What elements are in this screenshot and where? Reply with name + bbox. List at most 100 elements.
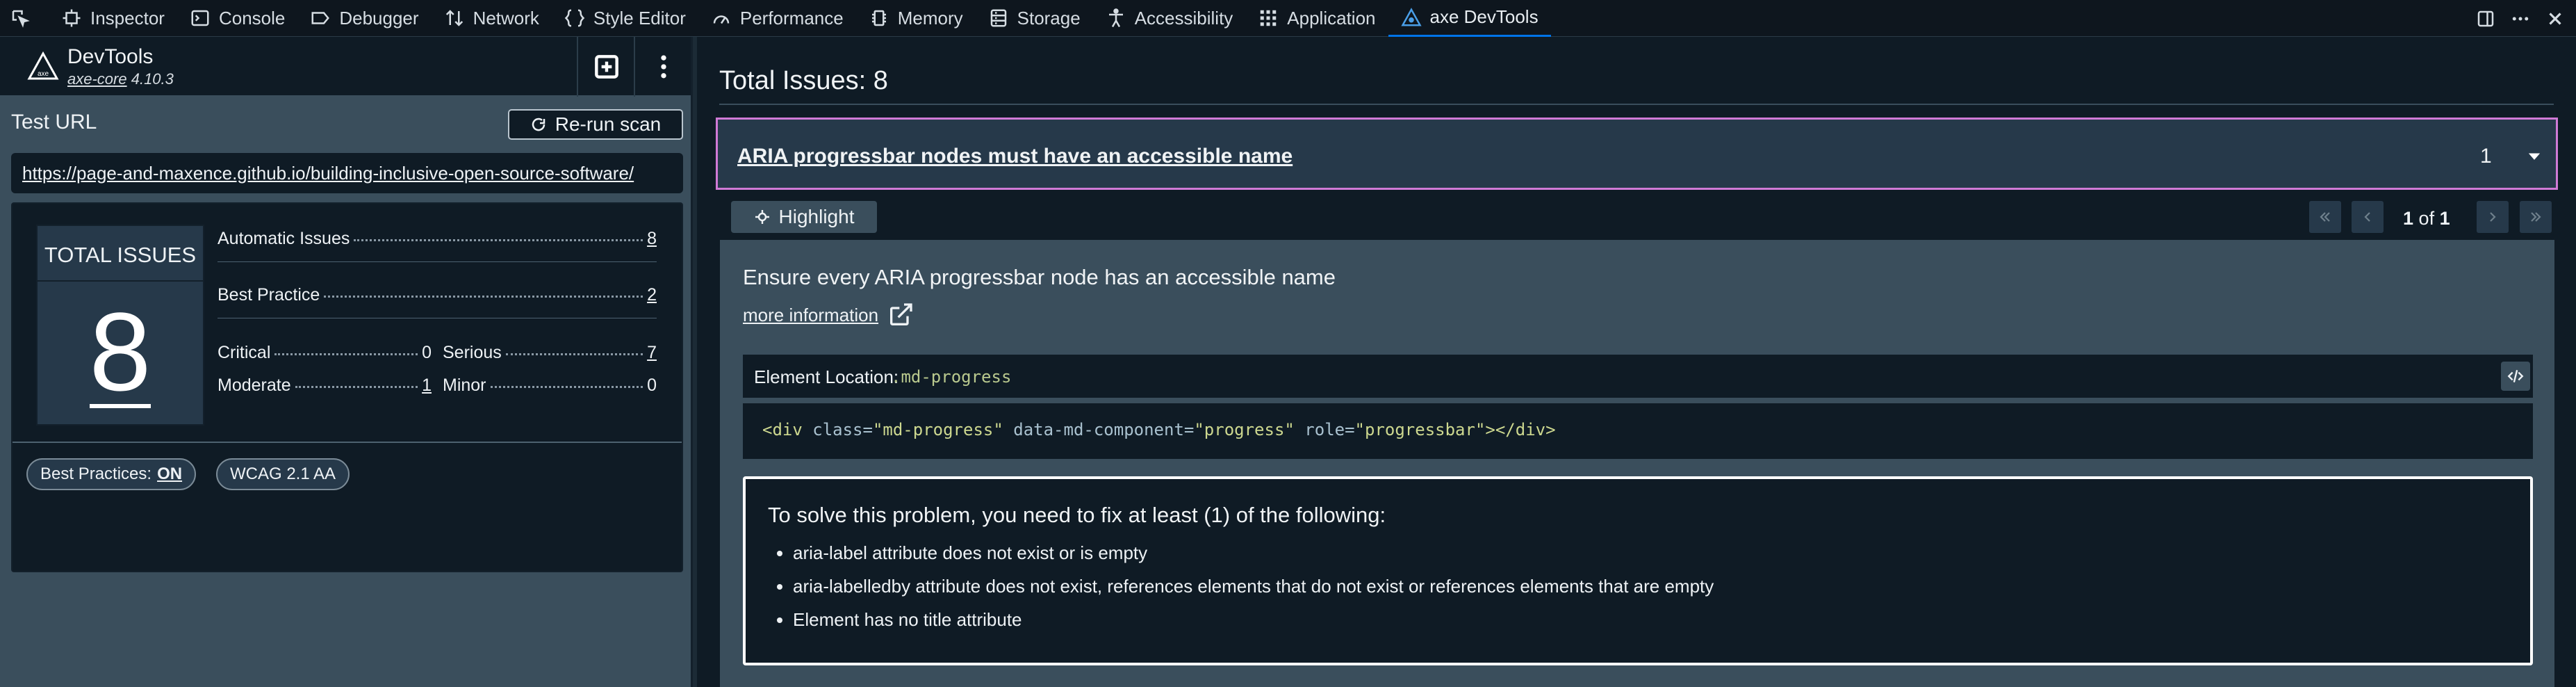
fix-item: Element has no title attribute bbox=[793, 610, 1714, 629]
performance-icon bbox=[713, 15, 730, 24]
style-editor-icon bbox=[564, 9, 585, 27]
divider bbox=[38, 280, 203, 282]
divider bbox=[218, 261, 657, 262]
tab-label: Style Editor bbox=[593, 7, 686, 29]
tab-label: Accessibility bbox=[1134, 7, 1233, 29]
first-page-button[interactable] bbox=[2309, 201, 2341, 233]
issue-count: 1 bbox=[2480, 145, 2492, 168]
critical-count: 0 bbox=[422, 343, 432, 362]
svg-text:axe: axe bbox=[38, 70, 49, 78]
close-devtools-button[interactable] bbox=[2538, 0, 2573, 37]
fix-item: aria-labelledby attribute does not exist… bbox=[793, 576, 1714, 596]
previous-page-button[interactable] bbox=[2352, 201, 2384, 233]
axe-logo-icon: axe bbox=[27, 51, 59, 80]
tab-label: Network bbox=[473, 7, 539, 29]
test-url-link[interactable]: https://page-and-maxence.github.io/build… bbox=[22, 163, 634, 184]
tab-performance[interactable]: Performance bbox=[698, 0, 856, 37]
next-page-button[interactable] bbox=[2477, 201, 2509, 233]
scan-settings-pills: Best Practices: ON WCAG 2.1 AA bbox=[13, 442, 682, 490]
more-horizontal-icon bbox=[2512, 17, 2529, 20]
more-information-label: more information bbox=[743, 304, 879, 325]
serious-label: Serious bbox=[443, 343, 502, 362]
highlight-button[interactable]: Highlight bbox=[731, 201, 877, 233]
last-page-button[interactable] bbox=[2520, 201, 2552, 233]
rerun-scan-label: Re-run scan bbox=[555, 113, 662, 135]
total-issues-box: TOTAL ISSUES 8 bbox=[36, 225, 204, 426]
dot-leader bbox=[295, 386, 418, 388]
app-menu-button[interactable] bbox=[634, 37, 692, 97]
tab-application[interactable]: Application bbox=[1245, 0, 1388, 37]
automatic-issues-count[interactable]: 8 bbox=[647, 229, 657, 249]
tab-inspector[interactable]: Inspector bbox=[49, 0, 177, 37]
tab-storage[interactable]: Storage bbox=[976, 0, 1093, 37]
moderate-count[interactable]: 1 bbox=[422, 375, 432, 396]
axe-core-link[interactable]: axe-core bbox=[67, 70, 127, 88]
fix-item: aria-label attribute does not exist or i… bbox=[793, 543, 1714, 563]
page-of: of bbox=[2418, 208, 2435, 229]
tab-console[interactable]: Console bbox=[177, 0, 297, 37]
serious-count[interactable]: 7 bbox=[647, 343, 657, 363]
fix-heading: To solve this problem, you need to fix a… bbox=[768, 503, 1386, 527]
issue-description: Ensure every ARIA progressbar node has a… bbox=[743, 265, 1336, 289]
tab-memory[interactable]: Memory bbox=[856, 0, 976, 37]
page-total: 1 bbox=[2439, 208, 2450, 229]
tab-label: Console bbox=[218, 7, 286, 29]
tab-style-editor[interactable]: Style Editor bbox=[552, 0, 698, 37]
axe-icon bbox=[1400, 7, 1422, 26]
issue-title[interactable]: ARIA progressbar nodes must have an acce… bbox=[737, 145, 1293, 168]
tab-label: Application bbox=[1287, 7, 1376, 29]
close-icon bbox=[2549, 12, 2561, 25]
external-link-icon bbox=[890, 303, 912, 325]
more-options-button[interactable] bbox=[2503, 0, 2538, 37]
code-icon bbox=[2507, 370, 2524, 382]
automatic-issues-row: Automatic Issues 8 bbox=[218, 229, 657, 249]
element-source-code: <div class="md-progress" data-md-compone… bbox=[743, 403, 2533, 459]
storage-icon bbox=[990, 9, 1006, 27]
dock-toggle-button[interactable] bbox=[2468, 0, 2503, 37]
divider bbox=[719, 104, 2554, 105]
inspector-icon bbox=[63, 9, 81, 27]
best-practice-count[interactable]: 2 bbox=[647, 285, 657, 305]
add-box-icon bbox=[595, 55, 618, 79]
more-information-link[interactable]: more information bbox=[743, 301, 914, 329]
test-url-field: https://page-and-maxence.github.io/build… bbox=[11, 153, 683, 193]
core-version-number: 4.10.3 bbox=[131, 70, 174, 88]
issue-summary-card: TOTAL ISSUES 8 Automatic Issues 8 Best Pr… bbox=[11, 202, 683, 572]
scan-summary-panel: axe DevTools axe-core 4.10.3 Test URL Re… bbox=[0, 37, 693, 687]
page-current: 1 bbox=[2403, 208, 2414, 229]
issue-toolbar: Highlight 1 of 1 bbox=[720, 194, 2554, 240]
standard-pill-label: WCAG 2.1 AA bbox=[230, 464, 336, 483]
critical-label: Critical bbox=[218, 343, 271, 362]
fix-list: aria-label attribute does not exist or i… bbox=[768, 543, 1714, 643]
tab-accessibility[interactable]: Accessibility bbox=[1093, 0, 1246, 37]
new-scan-button[interactable] bbox=[577, 37, 635, 97]
issue-accordion-header[interactable]: ARIA progressbar nodes must have an acce… bbox=[716, 118, 2558, 190]
fix-suggestions-box: To solve this problem, you need to fix a… bbox=[743, 476, 2533, 665]
tab-label: Memory bbox=[897, 7, 963, 29]
double-chevron-left-icon bbox=[2320, 212, 2330, 222]
element-picker-button[interactable] bbox=[0, 0, 49, 37]
dock-side-icon bbox=[2477, 10, 2494, 26]
dot-leader bbox=[274, 353, 418, 355]
tab-network[interactable]: Network bbox=[432, 0, 552, 37]
rerun-scan-button[interactable]: Re-run scan bbox=[508, 109, 683, 140]
total-issues-count[interactable]: 8 bbox=[38, 287, 203, 417]
best-practices-pill-label: Best Practices: bbox=[40, 464, 152, 483]
tab-debugger[interactable]: Debugger bbox=[297, 0, 431, 37]
total-issues-label: TOTAL ISSUES bbox=[44, 243, 197, 267]
dot-leader bbox=[505, 353, 643, 355]
standard-pill[interactable]: WCAG 2.1 AA bbox=[216, 458, 350, 490]
element-location-bar: Element Location: .md-progress bbox=[743, 355, 2533, 398]
minor-count: 0 bbox=[647, 375, 657, 395]
devtools-toolbar: Inspector Console Debugger Network Style… bbox=[0, 0, 2576, 37]
code-attr: class bbox=[812, 420, 863, 439]
moderate-row: Moderate 1 bbox=[218, 375, 432, 396]
debugger-icon bbox=[311, 12, 330, 24]
total-issues-heading: Total Issues: 8 bbox=[719, 66, 888, 95]
best-practices-toggle[interactable]: Best Practices: ON bbox=[26, 458, 197, 490]
serious-row: Serious 7 bbox=[443, 343, 657, 363]
pagination-status: 1 of 1 bbox=[2403, 208, 2450, 229]
inspect-code-button[interactable] bbox=[2501, 362, 2530, 391]
chevron-down-icon[interactable] bbox=[2525, 146, 2544, 165]
tab-axe-devtools[interactable]: axe DevTools bbox=[1388, 0, 1551, 37]
